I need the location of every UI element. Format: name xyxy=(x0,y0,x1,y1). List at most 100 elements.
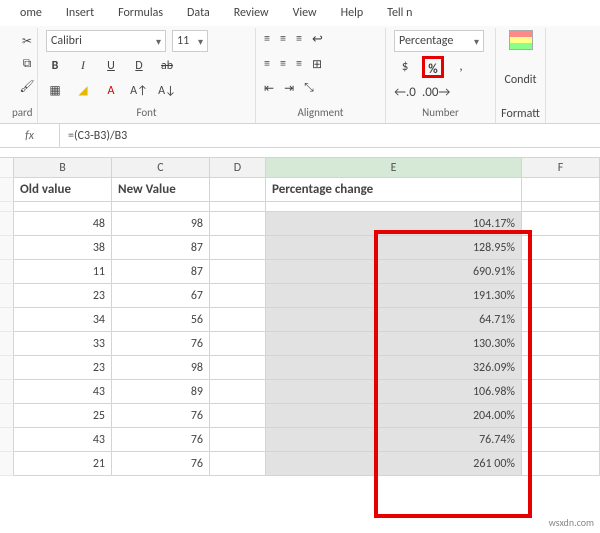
tab-review[interactable]: Review xyxy=(234,6,269,20)
tab-data[interactable]: Data xyxy=(187,6,210,20)
format-painter-icon[interactable]: 🖌 xyxy=(19,79,34,94)
cell-old-value[interactable]: 33 xyxy=(14,332,112,356)
italic-button[interactable]: I xyxy=(74,58,92,73)
cell-blank[interactable] xyxy=(210,332,266,356)
cell-blank[interactable] xyxy=(210,260,266,284)
percent-format-button[interactable]: % xyxy=(422,56,444,78)
cell-percent-change[interactable]: 204.00% xyxy=(266,404,522,428)
cell-old-value[interactable]: 38 xyxy=(14,236,112,260)
comma-format-button[interactable]: , xyxy=(450,56,472,78)
cell-new-value[interactable]: 89 xyxy=(112,380,210,404)
cell-percent-change[interactable]: 690.91% xyxy=(266,260,522,284)
cell-percent-change[interactable]: 128.95% xyxy=(266,236,522,260)
cell-old-value[interactable]: 43 xyxy=(14,380,112,404)
cell-new-value[interactable]: 98 xyxy=(112,212,210,236)
align-left-icon[interactable]: ≡ xyxy=(264,57,270,72)
cell-blank[interactable] xyxy=(210,178,266,202)
cell-blank[interactable] xyxy=(210,356,266,380)
font-size-combo[interactable]: 11▾ xyxy=(172,30,208,52)
cell-blank[interactable] xyxy=(210,404,266,428)
row-stub[interactable] xyxy=(0,236,14,260)
increase-indent-icon[interactable]: ⇥ xyxy=(284,81,294,96)
cell-blank[interactable] xyxy=(210,380,266,404)
increase-font-button[interactable]: A↑ xyxy=(130,84,148,98)
cell-blank[interactable] xyxy=(522,212,600,236)
merge-button[interactable]: ⊞ xyxy=(312,57,322,72)
increase-decimal-button[interactable]: ←.0 xyxy=(394,82,416,104)
row-stub[interactable] xyxy=(0,452,14,476)
cell-blank[interactable] xyxy=(522,178,600,202)
cell-old-value[interactable]: 23 xyxy=(14,356,112,380)
tab-tellme[interactable]: Tell n xyxy=(387,6,412,20)
cell-blank[interactable] xyxy=(522,356,600,380)
align-top-icon[interactable]: ≡ xyxy=(264,32,270,47)
header-percent-change[interactable]: Percentage change xyxy=(266,178,522,202)
cell-old-value[interactable]: 43 xyxy=(14,428,112,452)
cell-blank[interactable] xyxy=(522,332,600,356)
cell-blank[interactable] xyxy=(522,452,600,476)
cell-percent-change[interactable]: 104.17% xyxy=(266,212,522,236)
wrap-text-button[interactable]: ↩ xyxy=(312,32,323,47)
cell-new-value[interactable]: 67 xyxy=(112,284,210,308)
align-center-icon[interactable]: ≡ xyxy=(280,57,286,72)
row-stub[interactable] xyxy=(0,284,14,308)
cell-percent-change[interactable]: 130.30% xyxy=(266,332,522,356)
accounting-format-button[interactable]: $ xyxy=(394,56,416,78)
col-header-d[interactable]: D xyxy=(210,158,266,178)
cell-old-value[interactable]: 23 xyxy=(14,284,112,308)
row-stub[interactable] xyxy=(0,380,14,404)
col-header-f[interactable]: F xyxy=(522,158,600,178)
cell-blank[interactable] xyxy=(210,236,266,260)
align-middle-icon[interactable]: ≡ xyxy=(280,32,286,47)
decrease-indent-icon[interactable]: ⇤ xyxy=(264,81,274,96)
decrease-decimal-button[interactable]: .00→ xyxy=(422,82,444,104)
cell-percent-change[interactable]: 261 00% xyxy=(266,452,522,476)
conditional-formatting-button[interactable]: Condit Formatt xyxy=(496,28,546,123)
strikethrough-button[interactable]: ab xyxy=(158,59,176,73)
cell-percent-change[interactable]: 191.30% xyxy=(266,284,522,308)
cell-blank[interactable] xyxy=(522,308,600,332)
font-color-button[interactable]: A xyxy=(102,84,120,98)
cell-blank[interactable] xyxy=(210,212,266,236)
tab-view[interactable]: View xyxy=(293,6,317,20)
cell-blank[interactable] xyxy=(522,260,600,284)
cell-old-value[interactable]: 34 xyxy=(14,308,112,332)
spreadsheet-grid[interactable]: B C D E F Old value New Value Percentage… xyxy=(0,158,600,476)
tab-help[interactable]: Help xyxy=(341,6,364,20)
tab-insert[interactable]: Insert xyxy=(66,6,94,20)
cell-percent-change[interactable]: 64.71% xyxy=(266,308,522,332)
cell-new-value[interactable]: 87 xyxy=(112,236,210,260)
col-header-c[interactable]: C xyxy=(112,158,210,178)
cut-icon[interactable]: ✂ xyxy=(22,34,32,49)
cell-new-value[interactable]: 76 xyxy=(112,404,210,428)
cell-old-value[interactable]: 48 xyxy=(14,212,112,236)
cell-blank[interactable] xyxy=(210,452,266,476)
number-format-combo[interactable]: Percentage▾ xyxy=(394,30,484,52)
cell-old-value[interactable]: 11 xyxy=(14,260,112,284)
cell-blank[interactable] xyxy=(210,284,266,308)
cell-blank[interactable] xyxy=(210,308,266,332)
row-stub[interactable] xyxy=(0,260,14,284)
cell-new-value[interactable]: 76 xyxy=(112,332,210,356)
cell-old-value[interactable]: 21 xyxy=(14,452,112,476)
cell-blank[interactable] xyxy=(210,428,266,452)
col-header-e[interactable]: E xyxy=(266,158,522,178)
fx-icon[interactable]: fx xyxy=(0,124,60,147)
cell-blank[interactable] xyxy=(522,428,600,452)
cell-percent-change[interactable]: 76.74% xyxy=(266,428,522,452)
borders-button[interactable]: ▦ xyxy=(46,83,64,98)
tab-home[interactable]: ome xyxy=(20,6,42,20)
cell-new-value[interactable]: 56 xyxy=(112,308,210,332)
row-stub[interactable] xyxy=(0,428,14,452)
cell-old-value[interactable]: 25 xyxy=(14,404,112,428)
header-new-value[interactable]: New Value xyxy=(112,178,210,202)
tab-formulas[interactable]: Formulas xyxy=(118,6,163,20)
cell-new-value[interactable]: 87 xyxy=(112,260,210,284)
row-stub[interactable] xyxy=(0,332,14,356)
align-right-icon[interactable]: ≡ xyxy=(296,57,302,72)
bold-button[interactable]: B xyxy=(46,59,64,73)
cell-blank[interactable] xyxy=(522,380,600,404)
cell-new-value[interactable]: 76 xyxy=(112,428,210,452)
cell-percent-change[interactable]: 106.98% xyxy=(266,380,522,404)
double-underline-button[interactable]: D xyxy=(130,59,148,73)
